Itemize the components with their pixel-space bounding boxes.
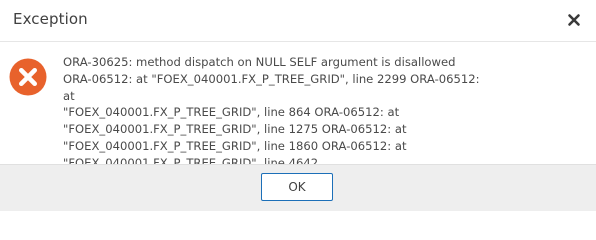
dialog-footer: OK [0, 164, 596, 211]
error-message-line: ORA-06512: at "FOEX_040001.FX_P_TREE_GRI… [63, 71, 480, 103]
close-icon[interactable] [566, 12, 582, 28]
dialog-body: ORA-30625: method dispatch on NULL SELF … [0, 42, 596, 170]
dialog-title: Exception [13, 10, 88, 28]
error-message-line: "FOEX_040001.FX_P_TREE_GRID", line 864 O… [63, 105, 400, 120]
dialog-titlebar: Exception [0, 0, 596, 42]
ok-button[interactable]: OK [261, 173, 333, 201]
error-message-line: "FOEX_040001.FX_P_TREE_GRID", line 1860 … [63, 138, 407, 153]
error-message-line: ORA-30625: method dispatch on NULL SELF … [63, 55, 456, 69]
error-message-line: "FOEX_040001.FX_P_TREE_GRID", line 1275 … [63, 122, 407, 137]
error-x-icon [9, 58, 47, 96]
error-message: ORA-30625: method dispatch on NULL SELF … [63, 54, 493, 172]
exception-dialog: Exception ORA-30625: method dispatch on … [0, 0, 596, 211]
